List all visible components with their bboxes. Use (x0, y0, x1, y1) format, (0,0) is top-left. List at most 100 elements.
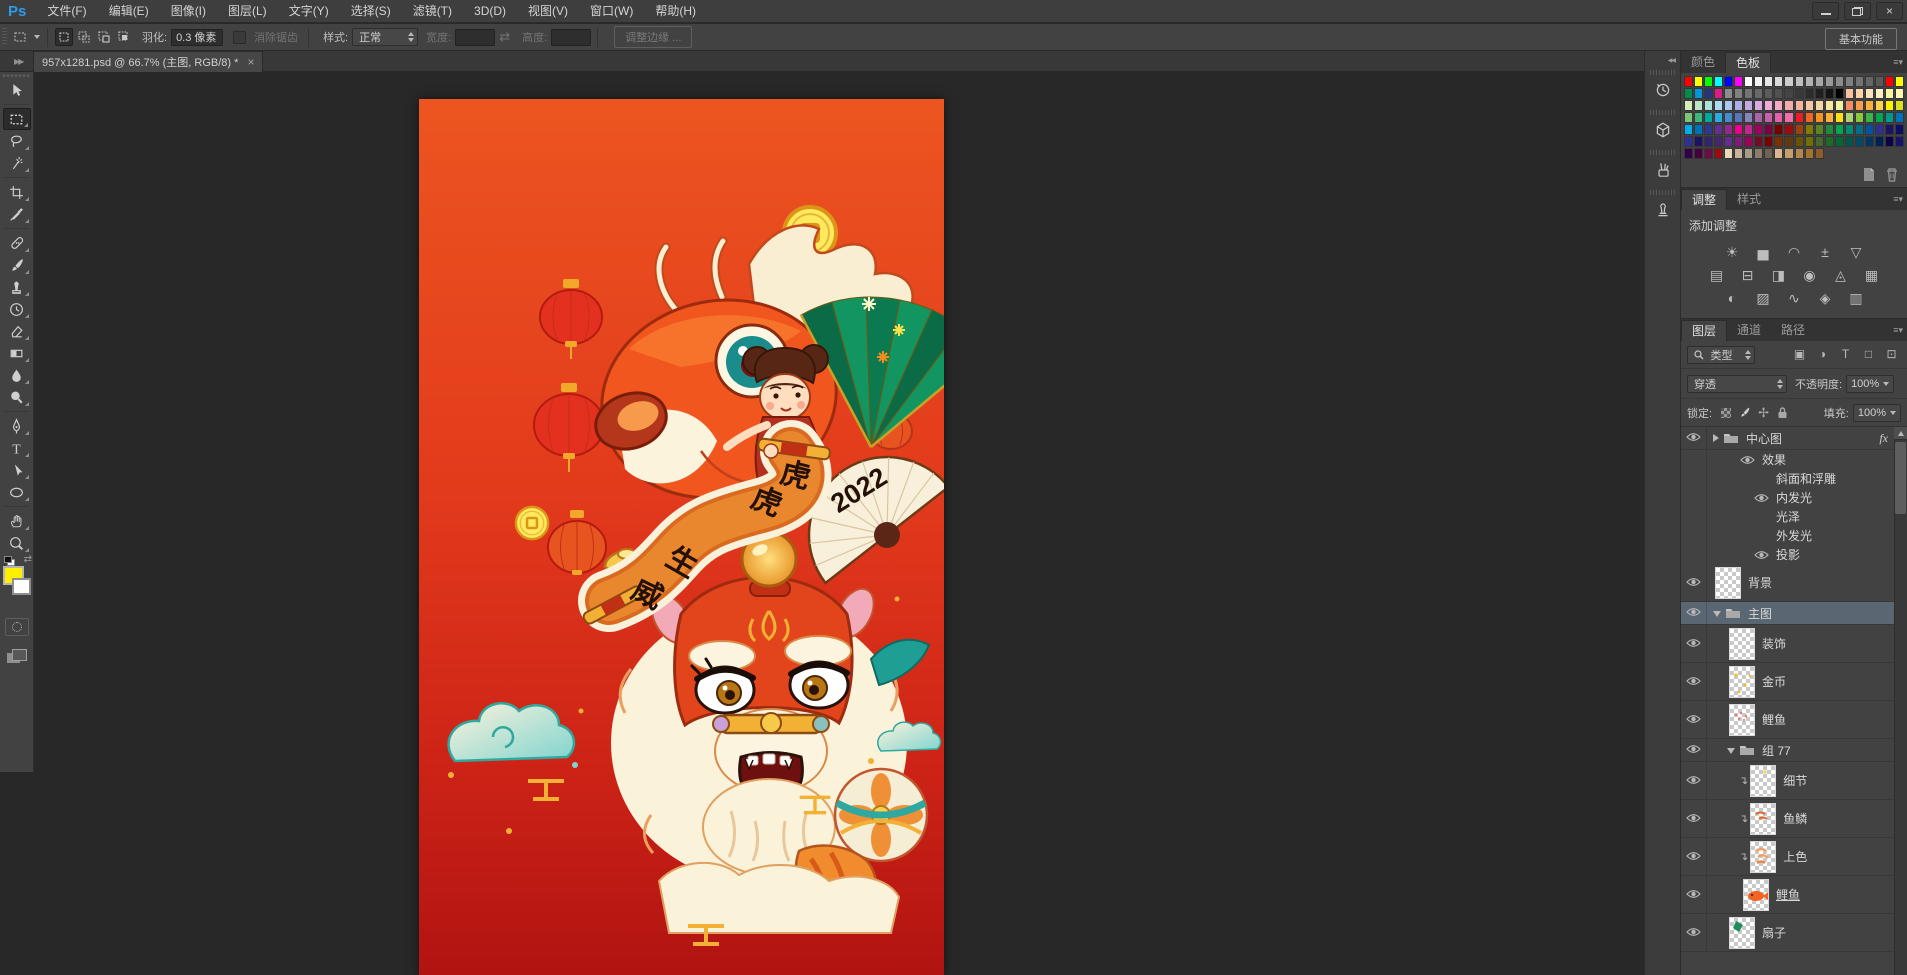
layer-row-鱼鳞[interactable]: ↴鱼鳞 (1681, 800, 1894, 838)
intersect-selection-mode-icon[interactable] (115, 28, 133, 46)
layer-name[interactable]: 鲤鱼 (1762, 711, 1786, 728)
color-swatch[interactable] (1744, 112, 1753, 123)
scrollbar-thumb[interactable] (1895, 442, 1906, 514)
layer-row-扇子[interactable]: 扇子 (1681, 914, 1894, 952)
hue-saturation-icon[interactable]: ▤ (1705, 266, 1729, 285)
color-swatch[interactable] (1805, 124, 1814, 135)
color-swatch[interactable] (1795, 100, 1804, 111)
layer-name[interactable]: 光泽 (1776, 508, 1800, 525)
color-swatch[interactable] (1684, 112, 1693, 123)
color-swatch[interactable] (1875, 124, 1884, 135)
color-swatch[interactable] (1784, 136, 1793, 147)
color-swatch[interactable] (1795, 148, 1804, 159)
layer-name[interactable]: 投影 (1776, 546, 1800, 563)
posterize-icon[interactable]: ▨ (1751, 289, 1775, 308)
color-swatch[interactable] (1704, 112, 1713, 123)
color-swatch[interactable] (1694, 88, 1703, 99)
color-swatch[interactable] (1795, 136, 1804, 147)
tab-layers[interactable]: 图层 (1681, 320, 1727, 341)
color-swatch[interactable] (1885, 88, 1894, 99)
color-swatch[interactable] (1835, 136, 1844, 147)
background-color-swatch[interactable] (12, 578, 31, 595)
color-swatch[interactable] (1845, 100, 1854, 111)
eye-icon[interactable] (1753, 550, 1769, 560)
refine-edge-button[interactable]: 调整边缘 ... (614, 26, 692, 48)
color-swatch[interactable] (1764, 112, 1773, 123)
layer-name[interactable]: 细节 (1783, 772, 1807, 789)
panel-menu-icon[interactable]: ≡▾ (1893, 325, 1903, 336)
feather-input[interactable] (171, 29, 223, 46)
healing-brush-tool[interactable] (3, 232, 31, 254)
3d-panel-icon[interactable] (1650, 118, 1676, 142)
color-swatch[interactable] (1855, 76, 1864, 87)
color-swatch[interactable] (1835, 88, 1844, 99)
color-swatch[interactable] (1694, 100, 1703, 111)
effects-row-效果[interactable]: 效果 (1681, 450, 1894, 469)
layer-name[interactable]: 内发光 (1776, 489, 1812, 506)
tab-close-icon[interactable]: × (247, 55, 254, 69)
color-swatch[interactable] (1865, 76, 1874, 87)
menu-item-3[interactable]: 图像(I) (160, 4, 217, 18)
style-dropdown[interactable]: 正常 (352, 28, 418, 46)
move-tool[interactable] (3, 79, 31, 101)
color-swatch[interactable] (1805, 76, 1814, 87)
eye-icon[interactable] (1686, 606, 1701, 620)
tools-grip[interactable]: ■■■■■■■ (0, 72, 33, 79)
color-swatch[interactable] (1754, 124, 1763, 135)
layer-name[interactable]: 组 77 (1762, 742, 1791, 759)
group-row-主图[interactable]: 主图 (1681, 602, 1894, 625)
layer-thumbnail[interactable] (1743, 879, 1769, 911)
color-swatch[interactable] (1825, 124, 1834, 135)
blur-tool[interactable] (3, 364, 31, 386)
options-grip[interactable] (2, 28, 7, 46)
color-swatch[interactable] (1744, 100, 1753, 111)
color-swatch[interactable] (1724, 136, 1733, 147)
effect-row-内发光[interactable]: 内发光 (1681, 488, 1894, 507)
menu-item-7[interactable]: 滤镜(T) (402, 4, 463, 18)
color-swatch[interactable] (1805, 100, 1814, 111)
color-swatch[interactable] (1694, 148, 1703, 159)
dodge-tool[interactable] (3, 386, 31, 408)
trash-icon[interactable] (1885, 167, 1899, 182)
color-swatch[interactable] (1704, 100, 1713, 111)
swap-dimensions-icon[interactable]: ⇄ (499, 29, 510, 45)
color-swatch[interactable] (1744, 76, 1753, 87)
eye-icon[interactable] (1686, 774, 1701, 788)
scroll-up-icon[interactable] (1894, 427, 1907, 440)
layer-thumbnail[interactable] (1729, 666, 1755, 698)
color-swatch[interactable] (1865, 100, 1874, 111)
color-swatch[interactable] (1895, 100, 1904, 111)
type-filter-icon[interactable]: T (1836, 346, 1855, 363)
color-swatch[interactable] (1754, 136, 1763, 147)
eye-icon[interactable] (1686, 926, 1701, 940)
layer-row-鲤鱼[interactable]: 鲤鱼 (1681, 701, 1894, 739)
color-swatch[interactable] (1784, 76, 1793, 87)
color-swatch[interactable] (1815, 148, 1824, 159)
channel-mixer-icon[interactable]: ◬ (1829, 266, 1853, 285)
color-swatch[interactable] (1704, 148, 1713, 159)
color-swatch[interactable] (1815, 124, 1824, 135)
fx-badge[interactable]: fx (1879, 431, 1888, 446)
color-swatch[interactable] (1795, 88, 1804, 99)
eye-icon[interactable] (1686, 888, 1701, 902)
eye-icon[interactable] (1686, 812, 1701, 826)
color-swatch[interactable] (1825, 76, 1834, 87)
threshold-icon[interactable]: ∿ (1782, 289, 1806, 308)
color-swatch[interactable] (1815, 100, 1824, 111)
layer-name[interactable]: 外发光 (1776, 527, 1812, 544)
color-swatch[interactable] (1724, 88, 1733, 99)
color-swatch[interactable] (1684, 136, 1693, 147)
add-selection-mode-icon[interactable] (75, 28, 93, 46)
history-brush-tool[interactable] (3, 298, 31, 320)
color-swatch[interactable] (1845, 76, 1854, 87)
color-swatch[interactable] (1754, 76, 1763, 87)
effect-row-斜面和浮雕[interactable]: 斜面和浮雕 (1681, 469, 1894, 488)
height-input[interactable] (551, 29, 591, 46)
tab-color[interactable]: 颜色 (1681, 52, 1725, 73)
quick-mask-button[interactable] (5, 618, 29, 636)
color-swatch[interactable] (1704, 136, 1713, 147)
layer-row-金币[interactable]: 金币 (1681, 663, 1894, 701)
crop-tool[interactable] (3, 181, 31, 203)
color-swatch[interactable] (1724, 76, 1733, 87)
tab-paths[interactable]: 路径 (1771, 320, 1815, 341)
